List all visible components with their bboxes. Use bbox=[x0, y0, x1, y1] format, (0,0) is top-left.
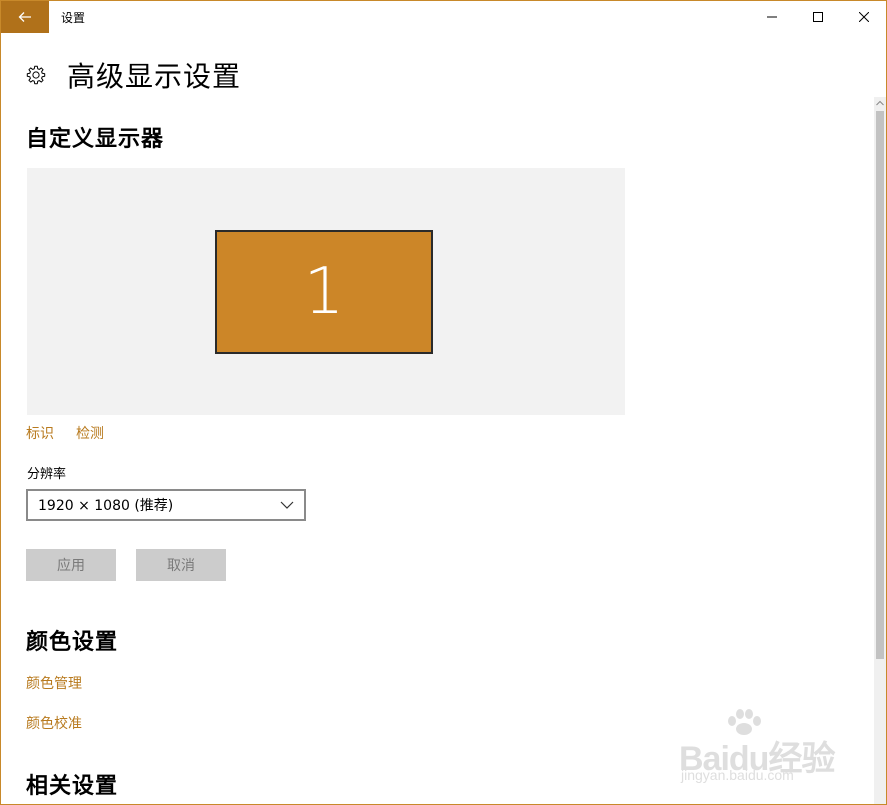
close-icon bbox=[859, 12, 869, 22]
apply-button[interactable]: 应用 bbox=[26, 549, 116, 581]
baidu-watermark: Baidu经验 jingyan.baidu.com bbox=[679, 709, 839, 789]
color-settings-heading: 颜色设置 bbox=[26, 630, 119, 655]
back-button[interactable] bbox=[1, 1, 49, 33]
custom-display-heading: 自定义显示器 bbox=[26, 127, 165, 152]
vertical-scrollbar[interactable] bbox=[874, 97, 886, 804]
color-management-link[interactable]: 颜色管理 bbox=[26, 673, 82, 693]
page-title: 高级显示设置 bbox=[67, 60, 242, 93]
back-arrow-icon bbox=[18, 12, 31, 22]
window-title: 设置 bbox=[61, 11, 86, 25]
identify-link[interactable]: 标识 bbox=[26, 423, 54, 443]
cancel-button[interactable]: 取消 bbox=[136, 549, 226, 581]
gear-icon bbox=[26, 65, 46, 85]
resolution-label: 分辨率 bbox=[27, 467, 67, 482]
chevron-down-icon bbox=[280, 501, 294, 509]
minimize-button[interactable] bbox=[749, 1, 795, 33]
minimize-icon bbox=[767, 16, 777, 18]
page-header: 高级显示设置 bbox=[25, 55, 241, 95]
scroll-up-button[interactable] bbox=[874, 97, 886, 109]
settings-window: 设置 高级显示设置 自定义显示器 1 标识 检测 分辨率 1920 × 1080… bbox=[0, 0, 887, 805]
resolution-value: 1920 × 1080 (推荐) bbox=[38, 498, 174, 514]
display-arrangement-area: 1 bbox=[27, 168, 625, 415]
monitor-1-tile[interactable]: 1 bbox=[215, 230, 433, 354]
maximize-icon bbox=[813, 12, 823, 22]
scroll-up-arrow-icon bbox=[876, 100, 884, 106]
detect-link[interactable]: 检测 bbox=[76, 423, 104, 443]
resolution-dropdown[interactable]: 1920 × 1080 (推荐) bbox=[26, 489, 306, 521]
color-calibration-link[interactable]: 颜色校准 bbox=[26, 713, 82, 733]
maximize-button[interactable] bbox=[795, 1, 841, 33]
title-bar: 设置 bbox=[1, 1, 886, 33]
scrollbar-thumb[interactable] bbox=[876, 111, 884, 659]
close-button[interactable] bbox=[841, 1, 886, 33]
watermark-url: jingyan.baidu.com bbox=[681, 767, 794, 783]
related-settings-heading: 相关设置 bbox=[26, 774, 119, 799]
monitor-number: 1 bbox=[303, 255, 345, 329]
